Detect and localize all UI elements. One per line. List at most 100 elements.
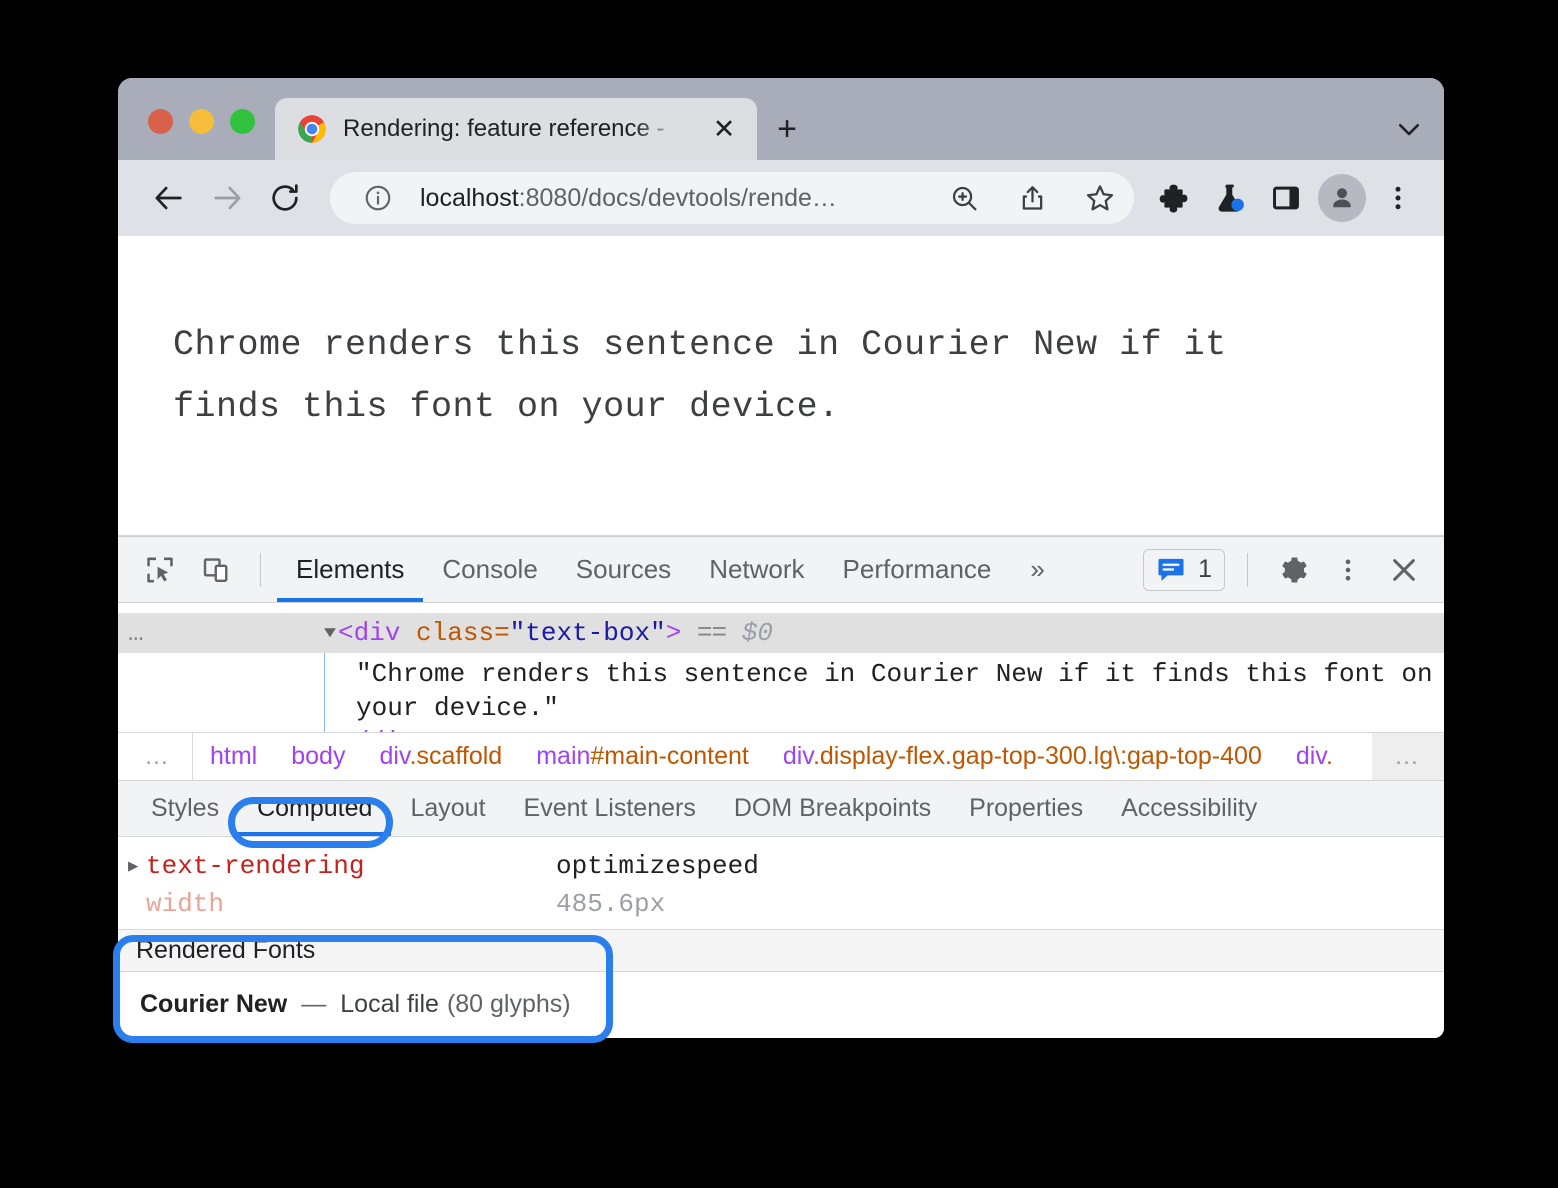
three-dot-menu-icon[interactable] (1370, 170, 1426, 226)
computed-property-name: width (146, 889, 556, 919)
computed-property-name: text-rendering (146, 851, 556, 881)
new-tab-button[interactable]: + (757, 98, 817, 160)
computed-property-value: optimizespeed (556, 851, 759, 881)
dom-equals-marker: == (697, 618, 726, 648)
dom-close-angle: > (666, 618, 682, 648)
browser-tab-title: Rendering: feature reference - (343, 115, 689, 143)
devtools-tab-performance[interactable]: Performance (824, 537, 1011, 602)
close-tab-icon[interactable]: ✕ (705, 110, 743, 148)
breadcrumb-item-body[interactable]: body (274, 742, 362, 771)
rendered-font-source: Local file (340, 990, 439, 1019)
browser-tab-active[interactable]: Rendering: feature reference - ✕ (275, 98, 757, 160)
url-host: localhost (420, 184, 519, 212)
devtools-more-icon[interactable] (1320, 542, 1376, 598)
breadcrumb-suffix: .display-flex.gap-top-300.lg\:gap-top-40… (813, 742, 1262, 770)
toolbar-divider (260, 553, 261, 587)
sidebar-tab-dom-breakpoints[interactable]: DOM Breakpoints (715, 781, 950, 836)
dom-attr-equals: = (494, 618, 510, 648)
share-icon[interactable] (1006, 172, 1058, 224)
info-circle-icon[interactable] (352, 172, 404, 224)
dom-row-selected[interactable]: … ▼ <div class="text-box"> == $0 (118, 613, 1444, 653)
chrome-logo-icon (297, 114, 327, 144)
sidebar-tab-layout[interactable]: Layout (391, 781, 504, 836)
avatar-person-icon (1318, 174, 1366, 222)
breadcrumb-overflow-left[interactable]: … (118, 733, 193, 780)
breadcrumb-overflow-right[interactable]: … (1372, 733, 1444, 780)
profile-avatar-button[interactable] (1314, 170, 1370, 226)
chrome-browser-window: Rendering: feature reference - ✕ + (118, 78, 1444, 1038)
reload-icon[interactable] (256, 169, 314, 227)
breadcrumb-tag: main (536, 742, 590, 770)
devtools-tabs-overflow-icon[interactable]: » (1010, 537, 1064, 602)
sidebar-tab-styles[interactable]: Styles (132, 781, 238, 836)
dom-attr-name: class (416, 618, 494, 648)
flask-icon[interactable] (1202, 170, 1258, 226)
computed-property-row[interactable]: width 485.6px (118, 885, 1444, 923)
zoom-in-icon[interactable] (938, 172, 990, 224)
close-window-button[interactable] (148, 109, 173, 134)
breadcrumb-item-div-truncated[interactable]: div. (1279, 742, 1350, 771)
sidebar-tab-properties[interactable]: Properties (950, 781, 1102, 836)
devtools-tab-sources[interactable]: Sources (557, 537, 690, 602)
page-sample-sentence: Chrome renders this sentence in Courier … (118, 314, 1343, 439)
rendered-fonts-header[interactable]: Rendered Fonts (118, 929, 1444, 971)
sidebar-tab-event-listeners[interactable]: Event Listeners (505, 781, 715, 836)
chevron-down-icon[interactable] (1374, 98, 1444, 160)
tab-strip-spacer (817, 98, 1374, 160)
star-icon[interactable] (1074, 172, 1126, 224)
toolbar-divider-right (1247, 553, 1248, 587)
computed-property-value: 485.6px (556, 889, 665, 919)
dom-selected-marker: $0 (742, 618, 773, 648)
breadcrumb: … html body div.scaffold main#main-conte… (118, 732, 1444, 781)
dom-closing-tag: </div> (324, 726, 1444, 733)
screenshot-stage: Rendering: feature reference - ✕ + (0, 0, 1558, 1188)
expand-arrow-icon[interactable]: ▶ (118, 856, 146, 877)
inspect-element-icon[interactable] (132, 542, 188, 598)
computed-property-row[interactable]: ▶ text-rendering optimizespeed (118, 847, 1444, 885)
breadcrumb-tag: html (210, 742, 257, 770)
devtools-tab-network[interactable]: Network (690, 537, 823, 602)
device-toolbar-icon[interactable] (188, 542, 244, 598)
dom-indent-guide (324, 653, 325, 732)
rendered-fonts-row: Courier New — Local file (80 glyphs) (118, 972, 1444, 1038)
devtools-sidebar-tabs: Styles Computed Layout Event Listeners D… (118, 781, 1444, 837)
breadcrumb-tag: div (379, 742, 409, 770)
page-viewport: Chrome renders this sentence in Courier … (118, 236, 1444, 536)
breadcrumb-suffix: .scaffold (410, 742, 503, 770)
close-devtools-icon[interactable] (1376, 542, 1432, 598)
back-arrow-icon[interactable] (140, 169, 198, 227)
side-panel-icon[interactable] (1258, 170, 1314, 226)
breadcrumb-item-div-display-flex[interactable]: div.display-flex.gap-top-300.lg\:gap-top… (766, 742, 1279, 771)
breadcrumb-tag: body (291, 742, 345, 770)
computed-styles-list: ▶ text-rendering optimizespeed width 485… (118, 837, 1444, 929)
devtools-tab-elements[interactable]: Elements (277, 537, 423, 602)
browser-tab-strip: Rendering: feature reference - ✕ + (118, 78, 1444, 160)
expand-triangle-icon[interactable]: ▼ (324, 624, 336, 642)
breadcrumb-item-main-content[interactable]: main#main-content (519, 742, 766, 771)
puzzle-piece-icon[interactable] (1146, 170, 1202, 226)
minimize-window-button[interactable] (189, 109, 214, 134)
devtools-tab-console[interactable]: Console (423, 537, 556, 602)
devtools-toolbar-right: 1 (1143, 542, 1444, 598)
devtools-panel: Elements Console Sources Network Perform… (118, 536, 1444, 1038)
dom-row-ellipsis[interactable]: … (128, 618, 324, 648)
sidebar-tab-accessibility[interactable]: Accessibility (1102, 781, 1276, 836)
address-bar[interactable]: localhost:8080/docs/devtools/rende… (330, 172, 1134, 224)
issues-message-icon (1156, 557, 1186, 583)
browser-toolbar: localhost:8080/docs/devtools/rende… (118, 160, 1444, 236)
url-path: :8080/docs/devtools/rende… (519, 184, 837, 212)
breadcrumb-item-html[interactable]: html (193, 742, 274, 771)
devtools-toolbar: Elements Console Sources Network Perform… (118, 537, 1444, 603)
forward-arrow-icon (198, 169, 256, 227)
issues-badge-button[interactable]: 1 (1143, 549, 1225, 591)
maximize-window-button[interactable] (230, 109, 255, 134)
breadcrumb-suffix: . (1326, 742, 1333, 770)
dom-row-clipped-above (118, 603, 1444, 613)
address-bar-url: localhost:8080/docs/devtools/rende… (420, 184, 922, 213)
window-traffic-lights (118, 109, 275, 160)
sidebar-tab-computed[interactable]: Computed (238, 781, 391, 836)
dom-children: "Chrome renders this sentence in Courier… (118, 653, 1444, 732)
breadcrumb-item-div-scaffold[interactable]: div.scaffold (362, 742, 519, 771)
dom-text-node[interactable]: "Chrome renders this sentence in Courier… (324, 657, 1444, 726)
gear-icon[interactable] (1264, 542, 1320, 598)
